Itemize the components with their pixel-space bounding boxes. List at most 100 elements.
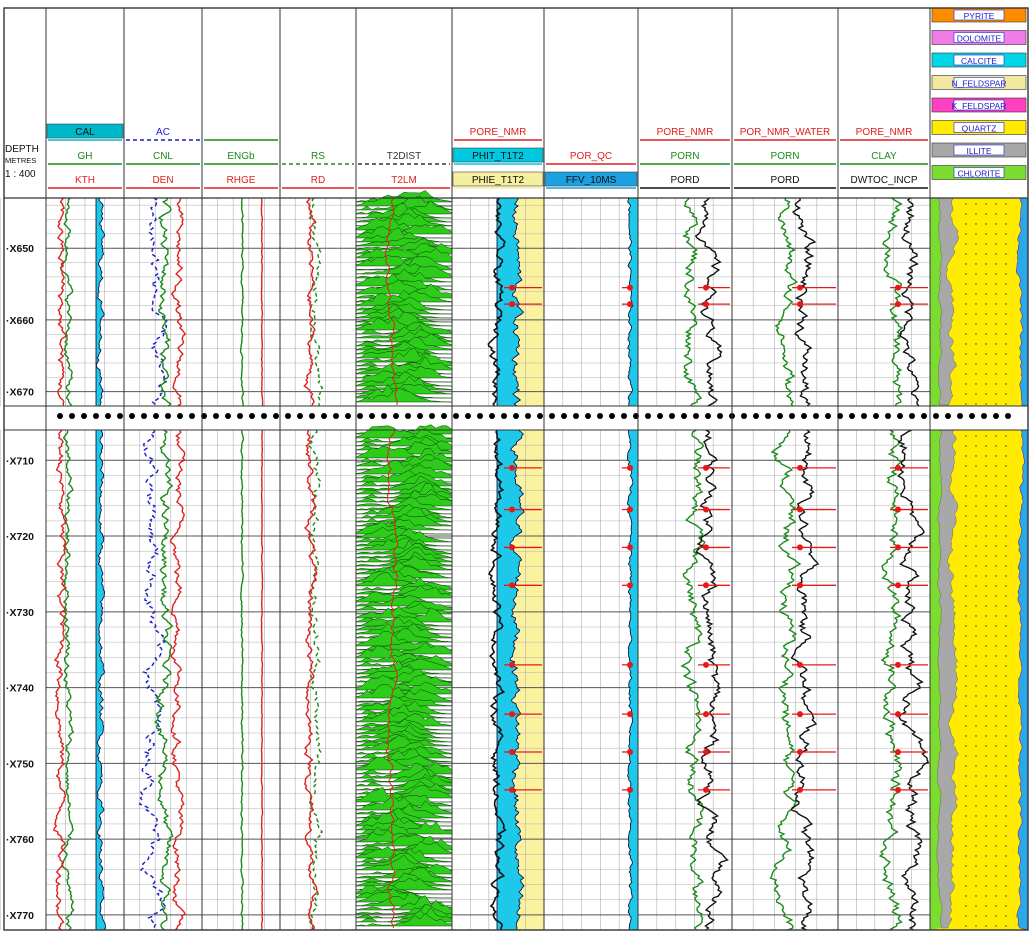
quartz-dot <box>985 495 987 497</box>
quartz-dot <box>985 575 987 577</box>
quartz-dot <box>995 505 997 507</box>
quartz-dot <box>995 435 997 437</box>
quartz-dot <box>1005 685 1007 687</box>
quartz-dot <box>995 785 997 787</box>
break-dot <box>645 413 651 419</box>
quartz-dot <box>1005 223 1007 225</box>
quartz-dot <box>965 755 967 757</box>
depth-tick-label: ·X770 <box>6 910 34 922</box>
pore-marker-dot <box>797 284 803 291</box>
quartz-dot <box>1005 755 1007 757</box>
depth-track: ·X650 ·X660 ·X670 ·X710 ·X720 ·X730 ·X740 ·X750… <box>6 243 34 922</box>
break-dot <box>237 413 243 419</box>
quartz-dot <box>965 915 967 917</box>
pore-marker-dot <box>797 661 803 668</box>
quartz-dot <box>1005 303 1007 305</box>
quartz-dot <box>985 565 987 567</box>
quartz-dot <box>975 253 977 255</box>
quartz-dot <box>975 665 977 667</box>
break-dot <box>105 413 111 419</box>
break-dot <box>309 413 315 419</box>
quartz-dot <box>975 585 977 587</box>
break-dot <box>273 413 279 419</box>
quartz-dot <box>965 535 967 537</box>
quartz-dot <box>965 675 967 677</box>
quartz-dot <box>985 715 987 717</box>
quartz-dot <box>1005 775 1007 777</box>
pore-marker-dot <box>895 506 901 513</box>
break-dot <box>1005 413 1011 419</box>
quartz-dot <box>995 585 997 587</box>
quartz-dot <box>1005 435 1007 437</box>
quartz-dot <box>965 505 967 507</box>
pore-marker-dot <box>895 284 901 291</box>
quartz-dot <box>975 403 977 405</box>
break-dot <box>753 413 759 419</box>
quartz-dot <box>975 575 977 577</box>
quartz-dot <box>965 363 967 365</box>
quartz-dot <box>975 485 977 487</box>
quartz-dot <box>975 865 977 867</box>
pore-marker-dot <box>627 301 633 308</box>
pore-marker-dot <box>509 284 515 291</box>
quartz-dot <box>975 925 977 927</box>
quartz-dot <box>995 233 997 235</box>
break-dot <box>57 413 63 419</box>
quartz-dot <box>1005 865 1007 867</box>
quartz-dot <box>985 875 987 877</box>
quartz-dot <box>995 445 997 447</box>
quartz-dot <box>965 565 967 567</box>
quartz-dot <box>985 835 987 837</box>
track-gridlines <box>0 198 930 931</box>
mineral-legend-label: QUARTZ <box>962 124 997 134</box>
quartz-dot <box>995 495 997 497</box>
quartz-dot <box>1005 363 1007 365</box>
quartz-dot <box>985 455 987 457</box>
quartz-dot <box>975 805 977 807</box>
break-dot <box>657 413 663 419</box>
pore-marker-dot <box>509 301 515 308</box>
section-break <box>57 413 1011 419</box>
quartz-dot <box>995 535 997 537</box>
quartz-dot <box>965 223 967 225</box>
quartz-dot <box>975 343 977 345</box>
rs-curve <box>308 197 324 407</box>
pore-marker-dot <box>895 711 901 718</box>
depth-tick-label: ·X750 <box>6 758 34 770</box>
quartz-dot <box>965 705 967 707</box>
pore-marker-dot <box>895 661 901 668</box>
quartz-dot <box>985 895 987 897</box>
break-dot <box>249 413 255 419</box>
quartz-dot <box>975 293 977 295</box>
curve-mnemonic-label: DEN <box>152 175 173 186</box>
curve-mnemonic-label: AC <box>156 127 170 138</box>
quartz-dot <box>965 835 967 837</box>
mineral-legend-label: CHLORITE <box>958 169 1001 179</box>
quartz-dot <box>975 445 977 447</box>
quartz-dot <box>965 855 967 857</box>
quartz-dot <box>965 555 967 557</box>
quartz-dot <box>975 635 977 637</box>
quartz-dot <box>975 845 977 847</box>
cal-fill <box>95 197 106 407</box>
quartz-dot <box>995 605 997 607</box>
pore-marker-dot <box>627 786 633 793</box>
quartz-dot <box>975 795 977 797</box>
quartz-dot <box>985 475 987 477</box>
quartz-dot <box>985 233 987 235</box>
quartz-dot <box>995 253 997 255</box>
quartz-dot <box>985 525 987 527</box>
break-dot <box>909 413 915 419</box>
pore-marker-dot <box>703 661 709 668</box>
quartz-dot <box>965 885 967 887</box>
quartz-dot <box>995 555 997 557</box>
quartz-dot <box>1005 905 1007 907</box>
pore-marker-dot <box>703 786 709 793</box>
pore-marker-dot <box>509 544 515 551</box>
quartz-dot <box>995 615 997 617</box>
pore-marker-dot <box>703 301 709 308</box>
pore-marker-dot <box>509 711 515 718</box>
break-dot <box>153 413 159 419</box>
break-dot <box>765 413 771 419</box>
quartz-dot <box>1005 505 1007 507</box>
